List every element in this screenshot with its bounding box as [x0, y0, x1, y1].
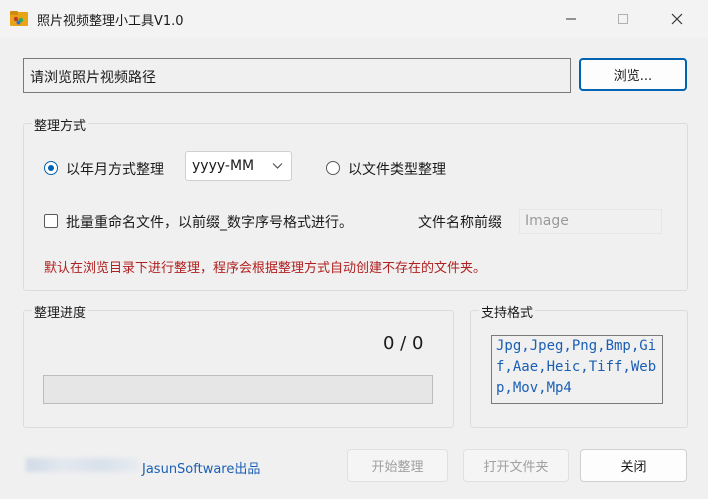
close-window-button[interactable]: [654, 0, 700, 38]
formats-textbox[interactable]: Jpg,Jpeg,Png,Bmp,Gif,Aae,Heic,Tiff,Webp,…: [491, 335, 663, 404]
date-format-select[interactable]: yyyy-MM: [185, 151, 292, 181]
progress-group-label: 整理进度: [32, 302, 89, 321]
mode-type-label[interactable]: 以文件类型整理: [348, 159, 446, 179]
progress-count: 0 / 0: [383, 333, 424, 354]
formats-group-label: 支持格式: [479, 302, 536, 321]
prefix-label: 文件名称前缀: [418, 215, 502, 231]
organize-group-label: 整理方式: [32, 115, 89, 134]
rename-label[interactable]: 批量重命名文件，以前缀_数字序号格式进行。: [66, 212, 353, 232]
maximize-button[interactable]: [600, 0, 646, 38]
start-button[interactable]: 开始整理: [347, 449, 448, 482]
mode-type-radio[interactable]: [326, 161, 340, 175]
close-button[interactable]: 关闭: [580, 449, 687, 482]
minimize-button[interactable]: [548, 0, 594, 38]
chevron-down-icon: [272, 163, 283, 169]
date-format-value: yyyy-MM: [192, 158, 255, 174]
folder-photo-icon: [10, 11, 28, 26]
credit-blurred-text: [26, 458, 140, 472]
maximize-icon: [618, 14, 628, 24]
mode-date-radio[interactable]: [44, 161, 58, 175]
close-icon: [671, 13, 683, 25]
prefix-input[interactable]: Image: [519, 209, 662, 234]
rename-checkbox[interactable]: [44, 214, 58, 228]
progress-bar: [43, 375, 433, 404]
minimize-icon: [566, 18, 576, 20]
progress-group: [23, 310, 454, 428]
title-bar: 照片视频整理小工具V1.0: [0, 0, 708, 38]
window-title: 照片视频整理小工具V1.0: [37, 14, 184, 29]
browse-button[interactable]: 浏览...: [579, 58, 687, 91]
open-folder-button[interactable]: 打开文件夹: [463, 449, 569, 482]
credit-link[interactable]: JasunSoftware出品: [142, 458, 260, 477]
path-input[interactable]: 请浏览照片视频路径: [23, 58, 571, 93]
mode-date-label[interactable]: 以年月方式整理: [66, 159, 164, 179]
organize-note: 默认在浏览目录下进行整理，程序会根据整理方式自动创建不存在的文件夹。: [44, 261, 487, 276]
